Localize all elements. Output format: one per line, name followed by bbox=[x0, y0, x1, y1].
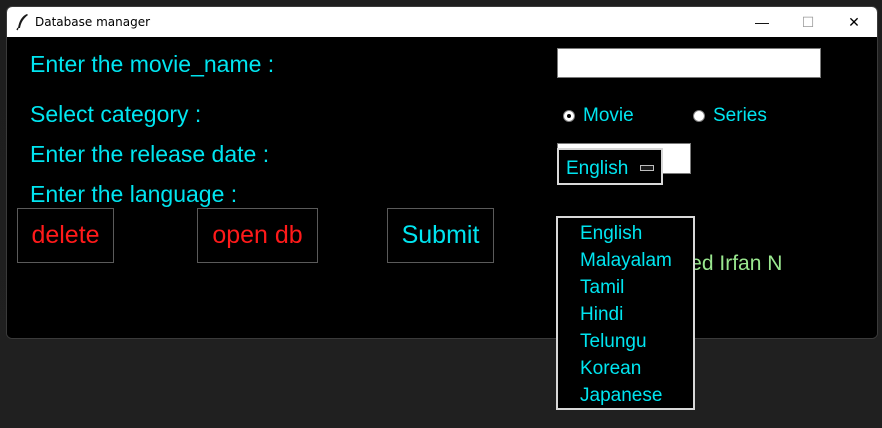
menu-item-malayalam[interactable]: Malayalam bbox=[580, 250, 672, 272]
maximize-button[interactable]: ☐ bbox=[785, 7, 831, 37]
radio-movie-indicator[interactable] bbox=[563, 110, 575, 122]
window-title: Database manager bbox=[35, 15, 151, 29]
radio-movie-label: Movie bbox=[583, 105, 634, 126]
database-manager-window: Database manager — ☐ ✕ Enter the movie_n… bbox=[6, 6, 878, 339]
category-label: Select category : bbox=[30, 101, 202, 127]
movie-name-input[interactable] bbox=[557, 48, 821, 78]
radio-movie[interactable]: Movie bbox=[563, 105, 634, 127]
menu-item-hindi[interactable]: Hindi bbox=[580, 304, 623, 326]
language-menubutton[interactable]: English bbox=[557, 148, 663, 185]
menu-item-tamil[interactable]: Tamil bbox=[580, 277, 624, 299]
submit-button[interactable]: Submit bbox=[387, 208, 494, 263]
movie-name-label: Enter the movie_name : bbox=[30, 51, 275, 77]
minimize-button[interactable]: — bbox=[739, 7, 785, 37]
menu-item-telungu[interactable]: Telungu bbox=[580, 331, 647, 353]
close-button[interactable]: ✕ bbox=[831, 7, 877, 37]
release-date-label: Enter the release date : bbox=[30, 141, 270, 167]
title-bar[interactable]: Database manager — ☐ ✕ bbox=[7, 7, 877, 37]
menu-item-english[interactable]: English bbox=[580, 223, 642, 245]
dropdown-indicator-icon bbox=[640, 165, 654, 171]
radio-series-label: Series bbox=[713, 105, 767, 126]
language-dropdown-menu: English Malayalam Tamil Hindi Telungu Ko… bbox=[556, 216, 695, 410]
language-label: Enter the language : bbox=[30, 181, 238, 207]
open-db-button[interactable]: open db bbox=[197, 208, 318, 263]
menu-item-japanese[interactable]: Japanese bbox=[580, 385, 662, 407]
feather-icon bbox=[16, 14, 28, 31]
radio-series-indicator[interactable] bbox=[693, 110, 705, 122]
menu-item-korean[interactable]: Korean bbox=[580, 358, 641, 380]
form-area: Enter the movie_name : Select category :… bbox=[7, 37, 877, 338]
radio-series[interactable]: Series bbox=[693, 105, 767, 127]
delete-button[interactable]: delete bbox=[17, 208, 114, 263]
language-selected-value: English bbox=[566, 158, 629, 179]
